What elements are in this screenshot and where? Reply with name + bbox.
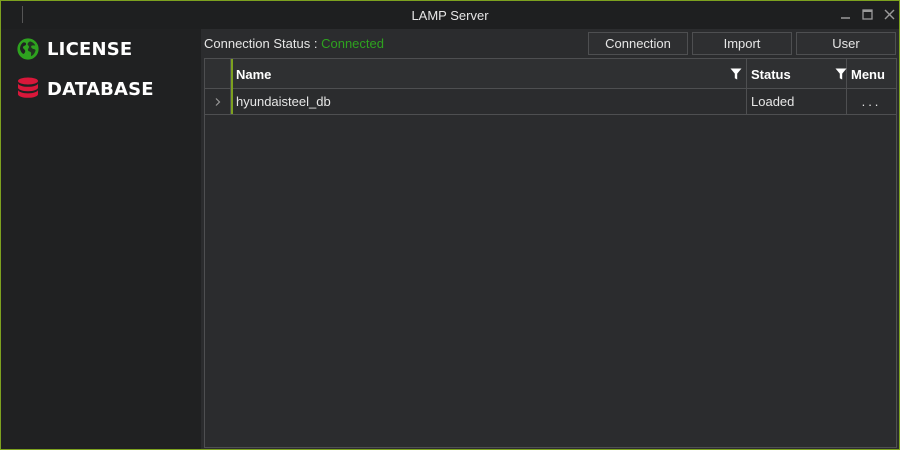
sidebar-item-label: LICENSE — [47, 38, 133, 60]
maximize-icon — [861, 8, 873, 20]
globe-icon — [15, 36, 41, 62]
close-button[interactable] — [879, 5, 899, 23]
sidebar-item-license[interactable]: LICENSE — [15, 32, 132, 66]
connection-status-value: Connected — [321, 36, 384, 51]
column-header-status[interactable]: Status — [747, 59, 847, 89]
column-header-label: Name — [236, 66, 272, 82]
row-menu-button[interactable]: ... — [847, 89, 896, 114]
table-header: Name Status Menu — [205, 59, 896, 89]
main-panel: Connection Status : Connected Connection… — [201, 29, 899, 449]
minimize-icon — [840, 16, 850, 19]
window-title: LAMP Server — [411, 8, 489, 23]
row-expand-button[interactable] — [205, 89, 231, 114]
column-header-label: Menu — [851, 66, 885, 82]
column-header-name[interactable]: Name — [233, 59, 747, 89]
cell-status: Loaded — [747, 89, 847, 114]
chevron-right-icon — [215, 97, 220, 106]
sidebar-item-database[interactable]: DATABASE — [15, 72, 154, 106]
close-icon — [884, 9, 894, 19]
column-header-label: Status — [751, 66, 791, 82]
filter-icon[interactable] — [835, 68, 847, 80]
database-icon — [15, 76, 41, 102]
minimize-button[interactable] — [835, 5, 855, 23]
import-button[interactable]: Import — [692, 32, 792, 55]
maximize-button[interactable] — [857, 5, 877, 23]
table-row[interactable]: hyundaisteel_db Loaded ... — [205, 89, 896, 115]
title-bar[interactable]: LAMP Server — [1, 1, 899, 29]
sidebar-item-label: DATABASE — [47, 78, 154, 100]
expand-column-header — [205, 59, 231, 89]
filter-icon[interactable] — [730, 68, 742, 80]
column-header-menu[interactable]: Menu — [847, 59, 896, 89]
sidebar: LICENSE DATABASE — [1, 29, 201, 449]
connection-status-label: Connection Status : — [204, 36, 318, 51]
app-window: LAMP Server LICENSE DATABASE Connection … — [0, 0, 900, 450]
database-table: Name Status Menu hyundaisteel_db Loaded — [204, 58, 897, 448]
cell-name: hyundaisteel_db — [233, 89, 747, 114]
connection-status: Connection Status : Connected — [204, 36, 384, 51]
user-button[interactable]: User — [796, 32, 896, 55]
connection-button[interactable]: Connection — [588, 32, 688, 55]
